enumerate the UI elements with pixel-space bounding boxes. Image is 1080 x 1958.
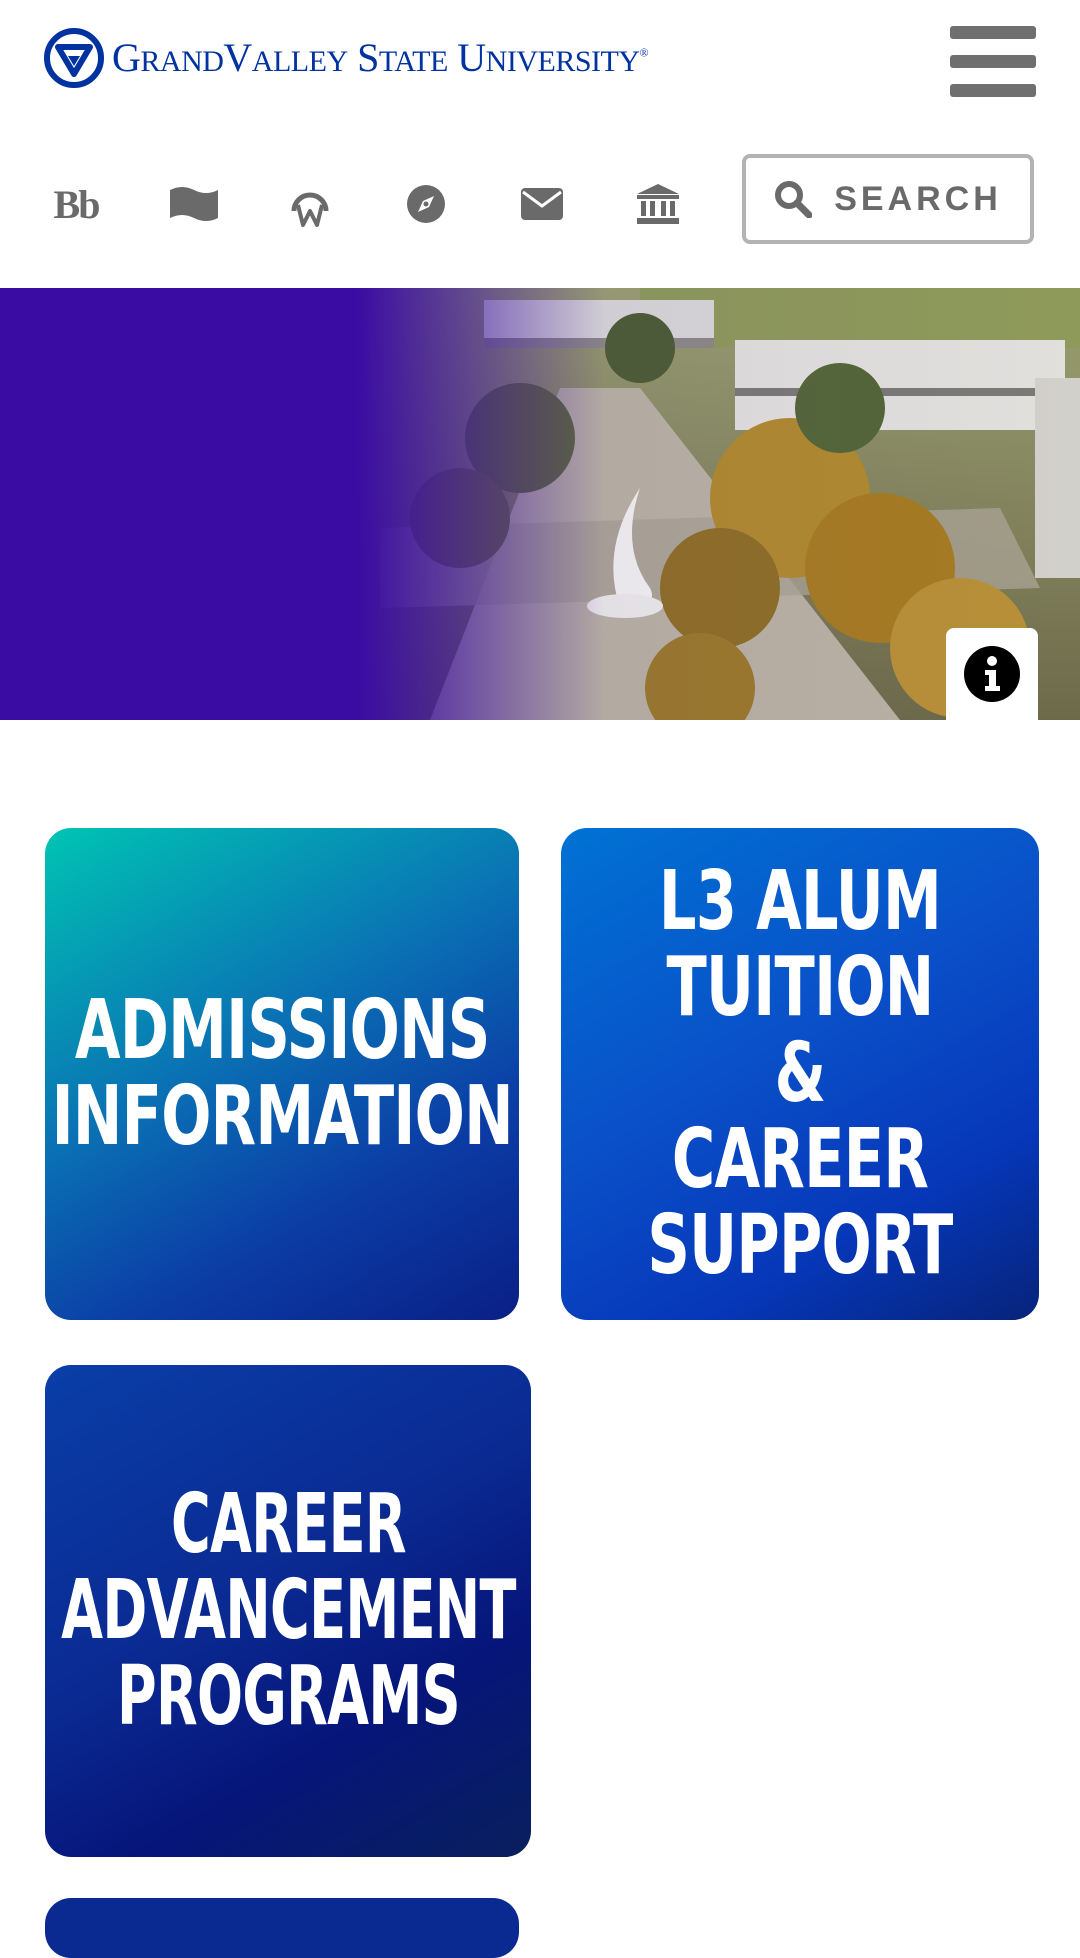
tile-label: ADMISSIONS INFORMATION <box>51 983 513 1164</box>
blackboard-link[interactable]: Bb <box>44 172 108 236</box>
compass-icon <box>407 185 445 223</box>
institution-link[interactable] <box>626 172 690 236</box>
wellness-icon <box>291 192 329 227</box>
gvsu-logo-icon <box>44 28 104 88</box>
map-link[interactable] <box>162 172 226 236</box>
blackboard-icon: Bb <box>53 181 101 227</box>
tile-label: L3 ALUM TUITION & CAREER SUPPORT <box>647 854 953 1293</box>
hero-banner <box>0 288 1080 720</box>
l3-alum-tuition-tile[interactable]: L3 ALUM TUITION & CAREER SUPPORT <box>561 828 1039 1320</box>
search-label: SEARCH <box>834 179 1002 218</box>
tile-label: CAREER ADVANCEMENT PROGRAMS <box>60 1477 516 1744</box>
wellness-link[interactable] <box>278 172 342 236</box>
bank-icon <box>637 184 679 224</box>
career-advancement-tile[interactable]: CAREER ADVANCEMENT PROGRAMS <box>45 1365 531 1857</box>
site-header: GRANDVALLEY STATE UNIVERSITY® Bb SEARCH <box>0 0 1080 288</box>
envelope-icon <box>521 188 563 220</box>
search-button[interactable]: SEARCH <box>742 154 1034 244</box>
hero-info-button[interactable] <box>946 628 1038 720</box>
search-icon <box>775 181 813 218</box>
campus-aerial-photo <box>0 288 1080 720</box>
explore-link[interactable] <box>394 172 458 236</box>
next-tile-partial[interactable] <box>45 1898 519 1958</box>
map-icon <box>170 187 218 221</box>
info-icon <box>964 646 1020 702</box>
university-name: GRANDVALLEY STATE UNIVERSITY® <box>112 35 649 80</box>
gvsu-logo[interactable]: GRANDVALLEY STATE UNIVERSITY® <box>44 26 649 90</box>
email-link[interactable] <box>510 172 574 236</box>
admissions-information-tile[interactable]: ADMISSIONS INFORMATION <box>45 828 519 1320</box>
hamburger-menu-icon[interactable] <box>950 26 1036 98</box>
